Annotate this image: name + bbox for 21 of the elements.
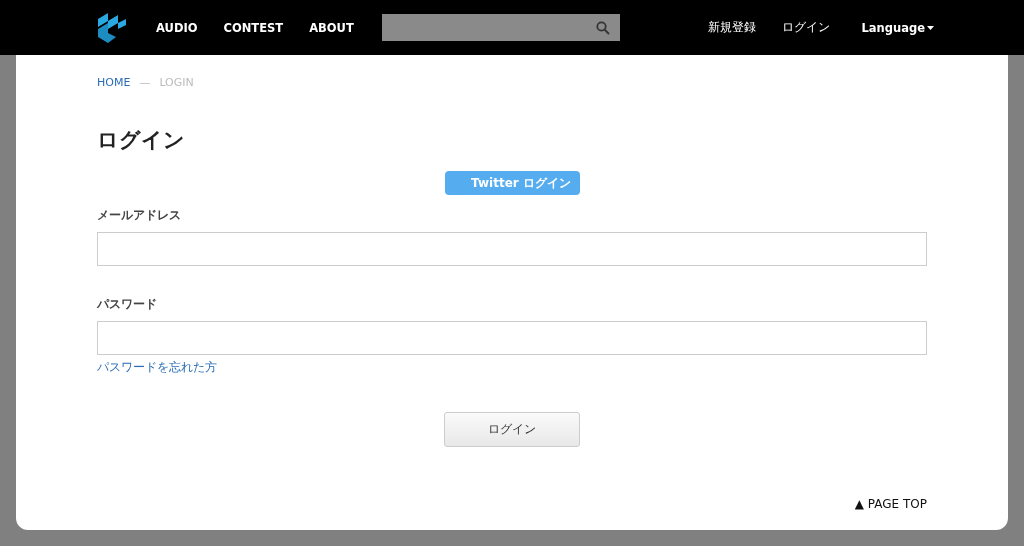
breadcrumb-separator: — [139,76,151,89]
field-label: メールアドレス [97,207,182,224]
caret-icon [927,25,934,30]
search-field[interactable] [381,14,620,41]
nav-link[interactable]: ABOUT [309,20,354,35]
page-title: ログイン [97,127,186,154]
search-icon[interactable] [595,20,610,35]
nav-link[interactable]: 新規登録 [707,20,756,35]
login-button[interactable]: ログイン [444,412,580,447]
nav-link[interactable]: CONTEST [223,20,284,35]
page-top-link[interactable]: ▲ PAGE TOP [854,497,927,511]
logo-icon[interactable] [96,10,128,45]
language-menu[interactable]: Language [861,20,934,35]
nav-link[interactable]: ログイン [781,20,830,35]
field-label: パスワード [97,296,158,313]
input-field[interactable] [97,321,927,355]
breadcrumb-current: LOGIN [159,76,194,89]
nav-link[interactable]: AUDIO [156,20,198,35]
breadcrumb-link[interactable]: HOME [97,76,131,89]
forgot-password-link[interactable]: パスワードを忘れた方 [97,359,217,376]
input-field[interactable] [97,232,927,266]
